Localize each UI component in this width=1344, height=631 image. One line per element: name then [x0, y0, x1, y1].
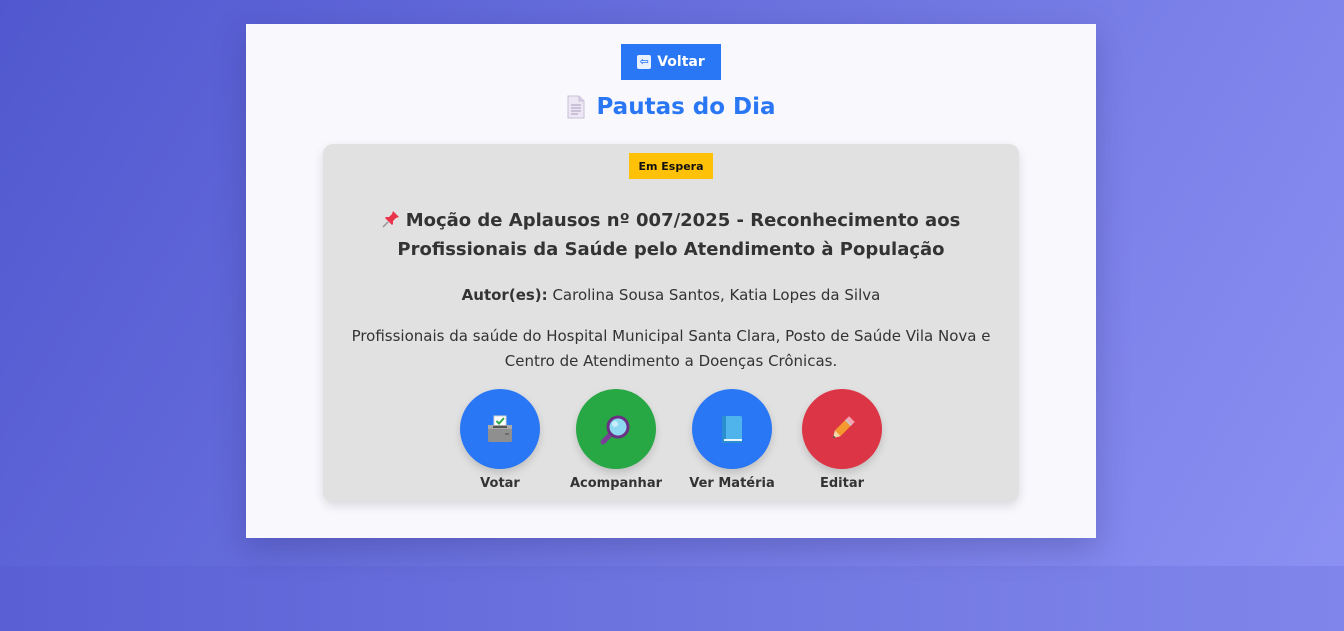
back-button-label: Voltar [657, 54, 705, 70]
status-badge: Em Espera [629, 153, 713, 179]
page-title: Pautas do Dia [246, 94, 1096, 120]
edit-action[interactable]: Editar [787, 389, 897, 491]
edit-label: Editar [819, 476, 865, 491]
agenda-item-title-text: Moção de Aplausos nº 007/2025 - Reconhec… [397, 210, 961, 260]
magnifier-icon [600, 415, 630, 445]
document-icon [567, 95, 585, 119]
authors-line: Autor(es): Carolina Sousa Santos, Katia … [343, 284, 999, 306]
vote-button[interactable] [460, 389, 540, 469]
pencil-icon [832, 416, 855, 439]
agenda-item-title: Moção de Aplausos nº 007/2025 - Reconhec… [343, 206, 999, 264]
follow-label: Acompanhar [569, 476, 662, 491]
authors-value: Carolina Sousa Santos, Katia Lopes da Si… [552, 286, 881, 304]
vote-label: Votar [480, 476, 520, 491]
arrow-left-icon: ⇦ [637, 55, 652, 69]
view-matter-action[interactable]: Ver Matéria [677, 389, 787, 491]
authors-label: Autor(es): [461, 286, 548, 304]
agenda-item-description: Profissionais da saúde do Hospital Munic… [351, 327, 991, 370]
edit-button[interactable] [802, 389, 882, 469]
book-icon [722, 416, 742, 443]
follow-action[interactable]: Acompanhar [561, 389, 671, 491]
view-matter-label: Ver Matéria [689, 476, 775, 491]
main-panel: ⇦ Voltar Pautas do Dia Em Espera Moção d… [246, 24, 1096, 538]
vote-action[interactable]: Votar [445, 389, 555, 491]
view-matter-button[interactable] [692, 389, 772, 469]
ballot-box-icon [488, 415, 512, 442]
agenda-item-card: Em Espera Moção de Aplausos nº 007/2025 … [323, 144, 1019, 502]
back-button[interactable]: ⇦ Voltar [621, 44, 721, 80]
pushpin-icon [382, 211, 399, 228]
page-footer-band [0, 566, 1344, 631]
follow-button[interactable] [576, 389, 656, 469]
page-title-text: Pautas do Dia [596, 94, 776, 120]
